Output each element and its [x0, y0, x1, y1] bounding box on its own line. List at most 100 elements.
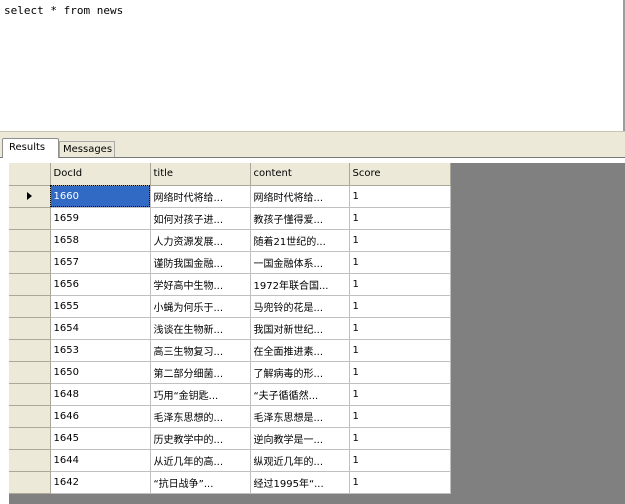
cell-score[interactable]: 1: [349, 207, 451, 230]
cell-content[interactable]: 1972年联合国...: [250, 273, 350, 296]
cell-score[interactable]: 1: [349, 471, 451, 494]
cell-title[interactable]: 网络时代将给...: [150, 185, 251, 208]
cell-content[interactable]: 逆向教学是一...: [250, 427, 350, 450]
cell-content[interactable]: 教孩子懂得爱...: [250, 207, 350, 230]
cell-score[interactable]: 1: [349, 449, 451, 472]
table-row[interactable]: 1642 “抗日战争”... 经过1995年“... 1: [9, 471, 451, 494]
cell-title[interactable]: 学好高中生物...: [150, 273, 251, 296]
cell-docid[interactable]: 1646: [50, 405, 151, 428]
cell-score[interactable]: 1: [349, 185, 451, 208]
cell-docid[interactable]: 1645: [50, 427, 151, 450]
cell-docid[interactable]: 1644: [50, 449, 151, 472]
column-header-title[interactable]: title: [150, 163, 251, 186]
table-row[interactable]: 1660 网络时代将给... 网络时代将给... 1: [9, 185, 451, 208]
cell-docid[interactable]: 1653: [50, 339, 151, 362]
cell-title[interactable]: 从近几年的高...: [150, 449, 251, 472]
table-row[interactable]: 1655 小蝇为何乐于... 马兜铃的花是... 1: [9, 295, 451, 318]
row-header[interactable]: [9, 383, 51, 406]
table-row[interactable]: 1656 学好高中生物... 1972年联合国... 1: [9, 273, 451, 296]
row-header[interactable]: [9, 295, 51, 318]
table-row[interactable]: 1650 第二部分细菌... 了解病毒的形... 1: [9, 361, 451, 384]
cell-docid[interactable]: 1654: [50, 317, 151, 340]
results-table: DocId title content Score 1660 网络时代将给... 网…: [9, 163, 451, 494]
column-header-content[interactable]: content: [250, 163, 350, 186]
row-header[interactable]: [9, 361, 51, 384]
row-header[interactable]: [9, 251, 51, 274]
cell-docid[interactable]: 1657: [50, 251, 151, 274]
cell-title[interactable]: 谨防我国金融...: [150, 251, 251, 274]
query-text[interactable]: select * from news: [4, 4, 123, 17]
row-header[interactable]: [9, 471, 51, 494]
row-header[interactable]: [9, 449, 51, 472]
cell-content[interactable]: “夫子循循然...: [250, 383, 350, 406]
cell-docid[interactable]: 1660: [50, 185, 151, 208]
row-header[interactable]: [9, 339, 51, 362]
cell-title[interactable]: 第二部分细菌...: [150, 361, 251, 384]
tab-messages[interactable]: Messages: [59, 141, 115, 158]
column-header-score[interactable]: Score: [349, 163, 451, 186]
cell-docid[interactable]: 1642: [50, 471, 151, 494]
table-row[interactable]: 1645 历史教学中的... 逆向教学是一... 1: [9, 427, 451, 450]
cell-title[interactable]: 毛泽东思想的...: [150, 405, 251, 428]
row-header[interactable]: [9, 427, 51, 450]
table-row[interactable]: 1657 谨防我国金融... 一国金融体系... 1: [9, 251, 451, 274]
table-row[interactable]: 1648 巧用“金钥匙... “夫子循循然... 1: [9, 383, 451, 406]
tab-results[interactable]: Results: [2, 138, 59, 158]
table-row[interactable]: 1658 人力资源发展... 随着21世纪的... 1: [9, 229, 451, 252]
query-editor[interactable]: select * from news: [0, 0, 625, 131]
current-row-arrow-icon: [26, 191, 32, 200]
results-pane: DocId title content Score 1660 网络时代将给... 网…: [0, 157, 625, 504]
table-row[interactable]: 1653 高三生物复习... 在全面推进素... 1: [9, 339, 451, 362]
row-header[interactable]: [9, 185, 51, 208]
cell-docid[interactable]: 1656: [50, 273, 151, 296]
cell-content[interactable]: 网络时代将给...: [250, 185, 350, 208]
table-row[interactable]: 1644 从近几年的高... 纵观近几年的... 1: [9, 449, 451, 472]
cell-score[interactable]: 1: [349, 339, 451, 362]
cell-docid[interactable]: 1650: [50, 361, 151, 384]
cell-title[interactable]: 如何对孩子进...: [150, 207, 251, 230]
cell-score[interactable]: 1: [349, 317, 451, 340]
row-header[interactable]: [9, 317, 51, 340]
cell-docid[interactable]: 1648: [50, 383, 151, 406]
cell-content[interactable]: 纵观近几年的...: [250, 449, 350, 472]
cell-content[interactable]: 了解病毒的形...: [250, 361, 350, 384]
table-row[interactable]: 1659 如何对孩子进... 教孩子懂得爱... 1: [9, 207, 451, 230]
row-header[interactable]: [9, 207, 51, 230]
cell-content[interactable]: 毛泽东思想是...: [250, 405, 350, 428]
cell-title[interactable]: 人力资源发展...: [150, 229, 251, 252]
cell-content[interactable]: 我国对新世纪...: [250, 317, 350, 340]
cell-docid[interactable]: 1655: [50, 295, 151, 318]
cell-score[interactable]: 1: [349, 229, 451, 252]
results-tab-strip: Results Messages: [0, 131, 625, 158]
cell-score[interactable]: 1: [349, 361, 451, 384]
cell-title[interactable]: 巧用“金钥匙...: [150, 383, 251, 406]
results-grid[interactable]: DocId title content Score 1660 网络时代将给... 网…: [9, 163, 625, 504]
cell-title[interactable]: 浅谈在生物新...: [150, 317, 251, 340]
corner-header[interactable]: [9, 163, 51, 186]
cell-score[interactable]: 1: [349, 383, 451, 406]
cell-content[interactable]: 随着21世纪的...: [250, 229, 350, 252]
cell-content[interactable]: 一国金融体系...: [250, 251, 350, 274]
grid-body: 1660 网络时代将给... 网络时代将给... 1 1659 如何对孩子进... 教孩子懂…: [9, 185, 451, 494]
cell-score[interactable]: 1: [349, 427, 451, 450]
cell-content[interactable]: 在全面推进素...: [250, 339, 350, 362]
cell-title[interactable]: 小蝇为何乐于...: [150, 295, 251, 318]
cell-score[interactable]: 1: [349, 273, 451, 296]
cell-score[interactable]: 1: [349, 295, 451, 318]
cell-content[interactable]: 马兜铃的花是...: [250, 295, 350, 318]
cell-score[interactable]: 1: [349, 405, 451, 428]
cell-docid[interactable]: 1658: [50, 229, 151, 252]
cell-content[interactable]: 经过1995年“...: [250, 471, 350, 494]
header-row: DocId title content Score: [9, 163, 451, 186]
cell-score[interactable]: 1: [349, 251, 451, 274]
table-row[interactable]: 1654 浅谈在生物新... 我国对新世纪... 1: [9, 317, 451, 340]
cell-title[interactable]: 历史教学中的...: [150, 427, 251, 450]
table-row[interactable]: 1646 毛泽东思想的... 毛泽东思想是... 1: [9, 405, 451, 428]
cell-title[interactable]: 高三生物复习...: [150, 339, 251, 362]
row-header[interactable]: [9, 405, 51, 428]
cell-docid[interactable]: 1659: [50, 207, 151, 230]
row-header[interactable]: [9, 273, 51, 296]
column-header-docid[interactable]: DocId: [50, 163, 151, 186]
row-header[interactable]: [9, 229, 51, 252]
cell-title[interactable]: “抗日战争”...: [150, 471, 251, 494]
